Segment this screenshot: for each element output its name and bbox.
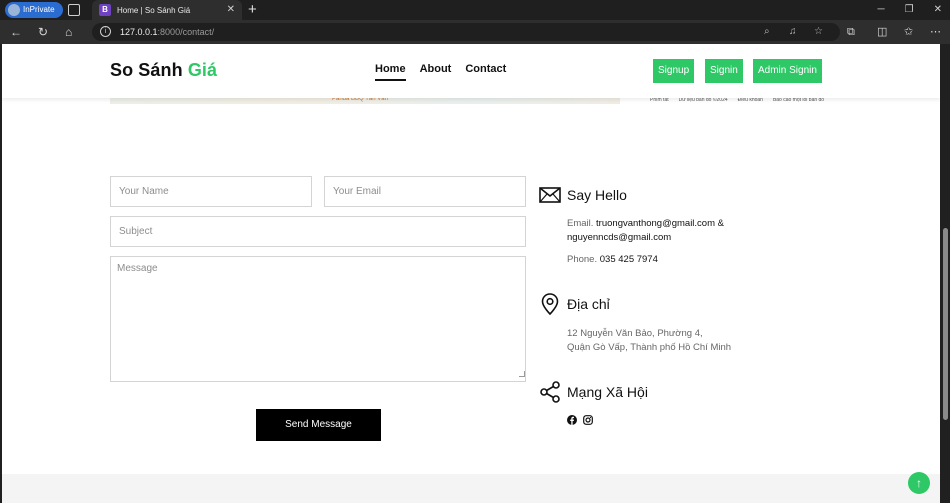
browser-tab[interactable]: B Home | So Sánh Giá ✕ [92,0,242,20]
main-nav: Home About Contact [375,62,506,81]
phone-line: Phone. 035 425 7974 [567,254,658,265]
address-title: Địa chỉ [567,296,610,312]
address-line-2: Quận Gò Vấp, Thành phố Hồ Chí Minh [567,342,732,353]
home-icon[interactable]: ⌂ [65,24,72,40]
back-to-top-icon[interactable]: ↑ [908,472,930,494]
inprivate-badge[interactable]: InPrivate [5,2,63,18]
facebook-icon[interactable] [567,415,577,425]
window-controls: ─ ❐ ✕ [878,2,942,18]
tab-title: Home | So Sánh Giá [117,5,191,15]
zoom-icon[interactable]: ⌕ [764,25,770,39]
send-message-button[interactable]: Send Message [256,409,381,441]
more-menu-icon[interactable]: ⋯ [930,24,941,40]
favorite-star-icon[interactable]: ☆ [814,25,823,39]
read-aloud-icon[interactable]: ♫ [789,25,797,39]
address-line-1: 12 Nguyễn Văn Bảo, Phường 4, [567,328,703,339]
browser-toolbar: ← ↻ ⌂ i 127.0.0.1:8000/contact/ ⌕ ♫ ☆ ⧉ … [0,20,950,44]
refresh-icon[interactable]: ↻ [38,24,48,40]
page-viewport: Panda BBQ Tân Văn Phím tắt Dữ liệu bản đ… [2,44,940,503]
new-tab-icon[interactable]: + [248,1,257,19]
tab-actions-icon[interactable] [68,4,80,16]
envelope-icon [539,187,561,203]
map-marker-icon [541,293,559,316]
admin-signin-button[interactable]: Admin Signin [753,59,822,83]
back-icon[interactable]: ← [10,24,22,40]
scrollbar-thumb[interactable] [943,228,948,420]
signup-button[interactable]: Signup [653,59,695,83]
split-screen-icon[interactable]: ◫ [877,24,887,40]
message-field[interactable] [110,256,526,382]
page-footer [2,474,940,503]
brand-accent-text: Giá [187,60,218,80]
nav-contact[interactable]: Contact [465,62,506,81]
minimize-icon[interactable]: ─ [878,2,885,18]
window-close-icon[interactable]: ✕ [934,2,942,18]
subject-field[interactable] [110,216,526,247]
signin-button[interactable]: Signin [705,59,743,83]
instagram-icon[interactable] [583,415,593,425]
tab-favicon-icon: B [99,4,111,16]
share-icon [540,381,560,403]
nav-about[interactable]: About [420,62,452,81]
email-field[interactable] [324,176,526,207]
site-info-icon[interactable]: i [100,26,111,37]
inprivate-label: InPrivate [23,5,55,14]
nav-home[interactable]: Home [375,62,406,81]
url-text: 127.0.0.1:8000/contact/ [120,27,215,37]
tab-close-icon[interactable]: ✕ [227,4,235,16]
brand-main-text: So Sánh [110,60,183,80]
social-title: Mạng Xã Hội [567,384,648,400]
name-field[interactable] [110,176,312,207]
brand-logo[interactable]: So Sánh Giá [110,60,217,81]
email-line-2: nguyenncds@gmail.com [567,232,672,243]
extensions-icon[interactable]: ⧉ [847,24,855,40]
email-line: Email. truongvanthong@gmail.com & [567,218,724,229]
profile-avatar [8,4,20,16]
favorites-icon[interactable]: ✩ [904,24,913,40]
say-hello-title: Say Hello [567,187,627,203]
maximize-icon[interactable]: ❐ [905,2,914,18]
resize-grip-icon[interactable] [519,371,525,377]
site-header: So Sánh Giá Home About Contact Signup Si… [2,44,940,98]
browser-tab-bar: InPrivate B Home | So Sánh Giá ✕ + ─ ❐ ✕ [0,0,950,20]
address-bar[interactable]: i 127.0.0.1:8000/contact/ ⌕ ♫ ☆ [92,23,840,41]
